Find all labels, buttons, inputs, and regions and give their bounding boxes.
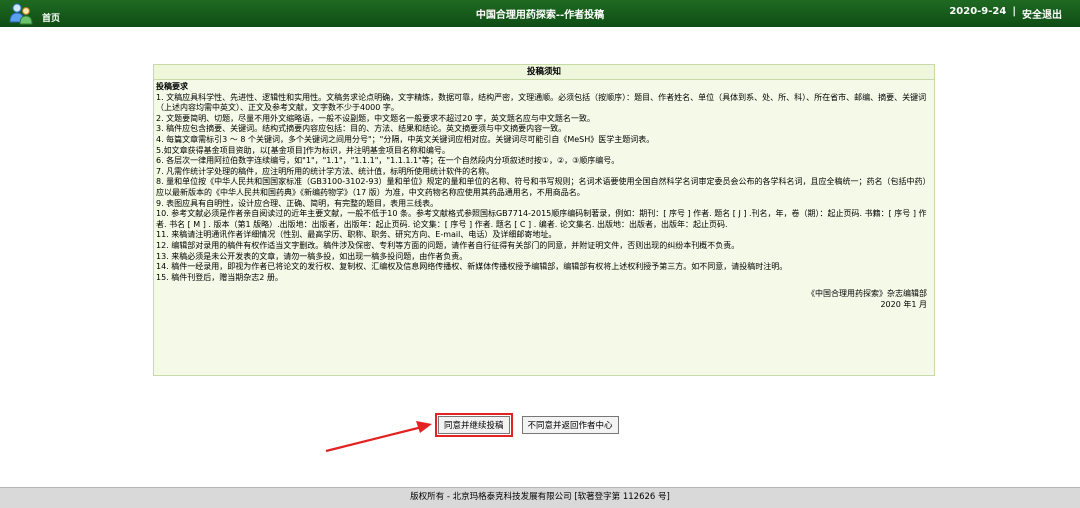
notice-item: 2. 文题要简明、切题，尽量不用外文缩略语，一般不设副题，中文题名一般要求不超过…	[156, 113, 595, 123]
submission-notice-panel: 投稿须知 投稿要求 1. 文稿应具科学性、先进性、逻辑性和实用性。文稿务求论点明…	[153, 64, 935, 376]
notice-item: 7. 凡需作统计学处理的稿件，应注明所用的统计学方法、统计值，标明所使用统计软件…	[156, 166, 495, 176]
notice-item: 1. 文稿应具科学性、先进性、逻辑性和实用性。文稿务求论点明确，文字精炼，数据可…	[156, 92, 927, 113]
notice-item: 14. 稿件一经录用，即视为作者已将论文的发行权、复制权、汇编权及信息网络传播权…	[156, 262, 788, 272]
signoff-date: 2020 年1 月	[880, 299, 927, 309]
notice-subtitle: 投稿要求	[156, 82, 188, 91]
notice-item: 15. 稿件刊登后，赠当期杂志2 册。	[156, 272, 283, 282]
header-separator: |	[1012, 6, 1016, 17]
notice-item: 11. 来稿请注明通讯作者详细情况（性别、最高学历、职称、职务、研究方向、E-m…	[156, 230, 557, 240]
notice-item: 4. 每篇文章需标引3 ～ 8 个关键词，多个关键词之间用分号"；"分隔，中英文…	[156, 134, 655, 144]
logout-link[interactable]: 安全退出	[1022, 6, 1062, 21]
notice-item: 8. 量和单位按《中华人民共和国国家标准（GB3100-3102-93）量和单位…	[156, 177, 927, 197]
copyright-text: 版权所有 - 北京玛格泰克科技发展有限公司 [软著登字第 112626 号]	[410, 492, 670, 502]
top-header-bar: 首页 中国合理用药探索--作者投稿 2020-9-24 | 安全退出	[0, 0, 1080, 27]
current-date: 2020-9-24	[949, 6, 1007, 17]
header-right: 2020-9-24 | 安全退出	[949, 6, 1062, 21]
notice-item: 10. 参考文献必须是作者亲自阅读过的近年主要文献，一般不低于10 条。参考文献…	[156, 209, 927, 229]
notice-item: 6. 各层次一律用阿拉伯数字连续编号，如"1"，"1.1"，"1.1.1"，"1…	[156, 156, 620, 166]
notice-body: 投稿要求 1. 文稿应具科学性、先进性、逻辑性和实用性。文稿务求论点明确，文字精…	[154, 80, 934, 310]
signoff-org: 《中国合理用药探索》杂志编辑部	[807, 289, 927, 299]
action-buttons: 同意并继续投稿 不同意并返回作者中心	[435, 413, 619, 437]
disagree-return-button[interactable]: 不同意并返回作者中心	[521, 416, 619, 434]
notice-item: 3. 稿件应包含摘要、关键词。结构式摘要内容应包括：目的、方法、结果和结论。英文…	[156, 124, 567, 134]
notice-item: 5.如文章获得基金项目资助，以[基金项目]作为标识，并注明基金项目名称和编号。	[156, 145, 450, 155]
notice-item: 12. 编辑部对录用的稿件有权作适当文字删改。稿件涉及保密、专利等方面的问题，请…	[156, 240, 740, 250]
notice-title: 投稿须知	[154, 65, 934, 80]
footer: 版权所有 - 北京玛格泰克科技发展有限公司 [软著登字第 112626 号]	[0, 487, 1080, 508]
page-title: 中国合理用药探索--作者投稿	[475, 10, 605, 21]
agree-continue-button[interactable]: 同意并继续投稿	[435, 413, 513, 437]
notice-item: 9. 表图应具有自明性，设计应合理、正确、简明，有完整的题目，表用三线表。	[156, 198, 439, 208]
notice-item: 13. 来稿必须是未公开发表的文章，请勿一稿多投，如出现一稿多投问题，由作者负责…	[156, 251, 468, 261]
